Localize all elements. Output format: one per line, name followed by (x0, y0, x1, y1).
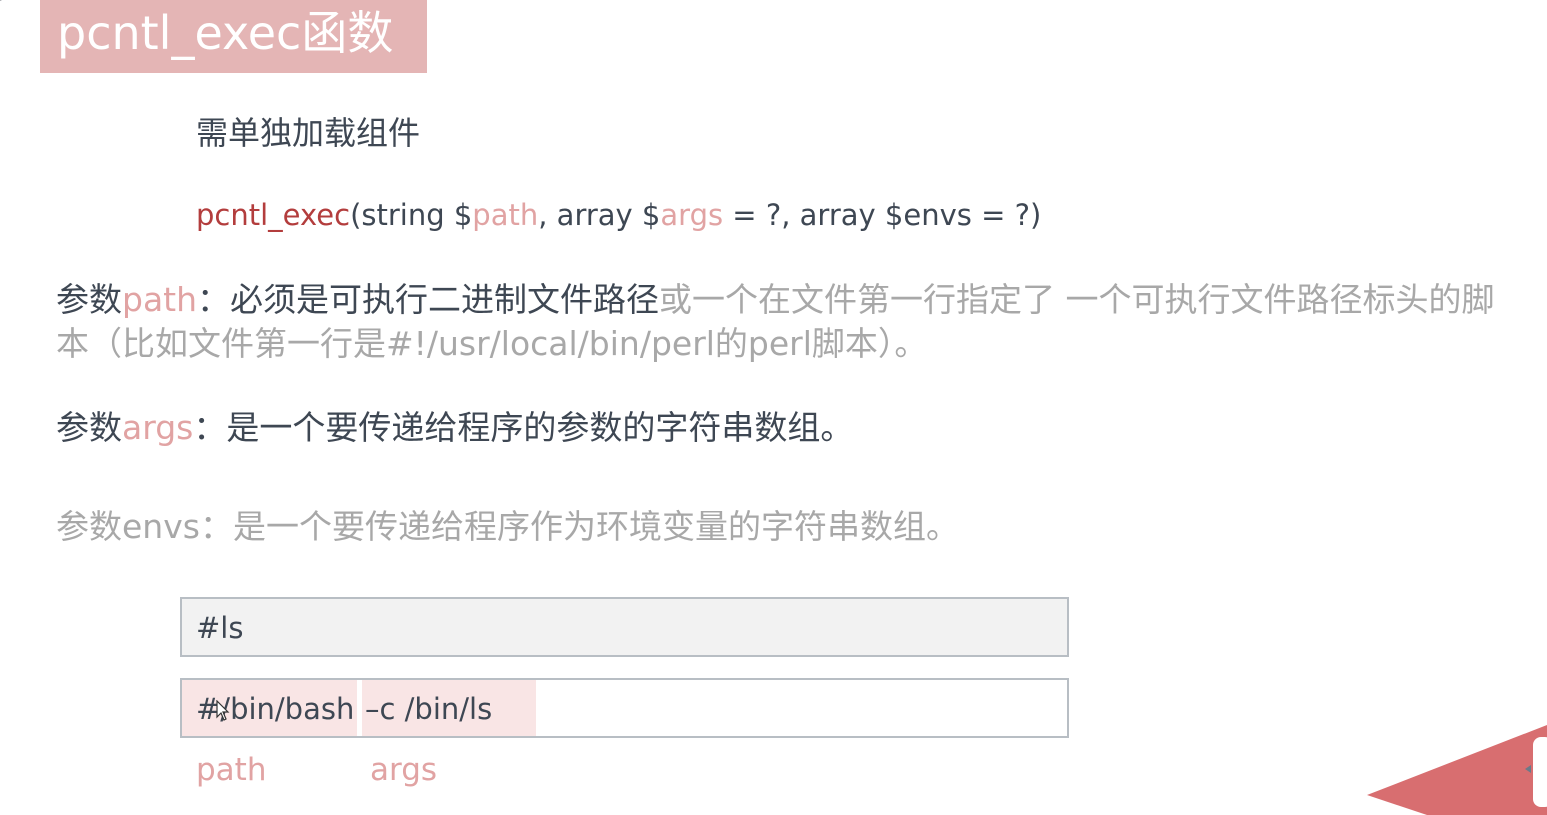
signature-part-2: , array $ (538, 198, 661, 232)
param-path-prefix: 参数 (56, 280, 122, 319)
signature-part-3: = ?, array $envs = ?) (723, 198, 1042, 232)
param-args-desc: ：是一个要传递给程序的参数的字符串数组。 (193, 408, 854, 447)
signature-var-args: args (660, 198, 724, 232)
param-path-description: 参数path：必须是可执行二进制文件路径或一个在文件第一行指定了 一个可执行文件… (56, 278, 1516, 366)
signature-part-1: (string $ (350, 198, 473, 232)
param-args-name: args (122, 408, 194, 447)
param-envs-description: 参数envs：是一个要传递给程序作为环境变量的字符串数组。 (56, 507, 959, 546)
slide-title: pcntl_exec函数 (40, 0, 427, 73)
mouse-cursor-icon (216, 700, 230, 721)
label-path: path (196, 752, 267, 788)
corner-tick (0, 0, 18, 10)
function-name: pcntl_exec (196, 198, 351, 232)
label-args: args (370, 752, 438, 788)
code-box-ls: #ls (180, 597, 1069, 657)
signature-var-path: path (472, 198, 539, 232)
code-segment-path: #/bin/bash (182, 680, 357, 736)
subtitle: 需单独加载组件 (196, 114, 421, 152)
function-signature: pcntl_exec(string $path, array $args = ?… (196, 198, 1041, 232)
param-path-desc-strong: ：必须是可执行二进制文件路径 (197, 280, 660, 319)
code-segment-args: –c /bin/ls (362, 680, 536, 736)
param-path-name: path (122, 280, 198, 319)
code-line-ls: #ls (196, 611, 244, 645)
code-box-bash: #/bin/bash –c /bin/ls (180, 678, 1069, 738)
param-args-description: 参数args：是一个要传递给程序的参数的字符串数组。 (56, 406, 853, 450)
param-args-prefix: 参数 (56, 408, 122, 447)
corner-triangle-decoration (1367, 725, 1547, 815)
